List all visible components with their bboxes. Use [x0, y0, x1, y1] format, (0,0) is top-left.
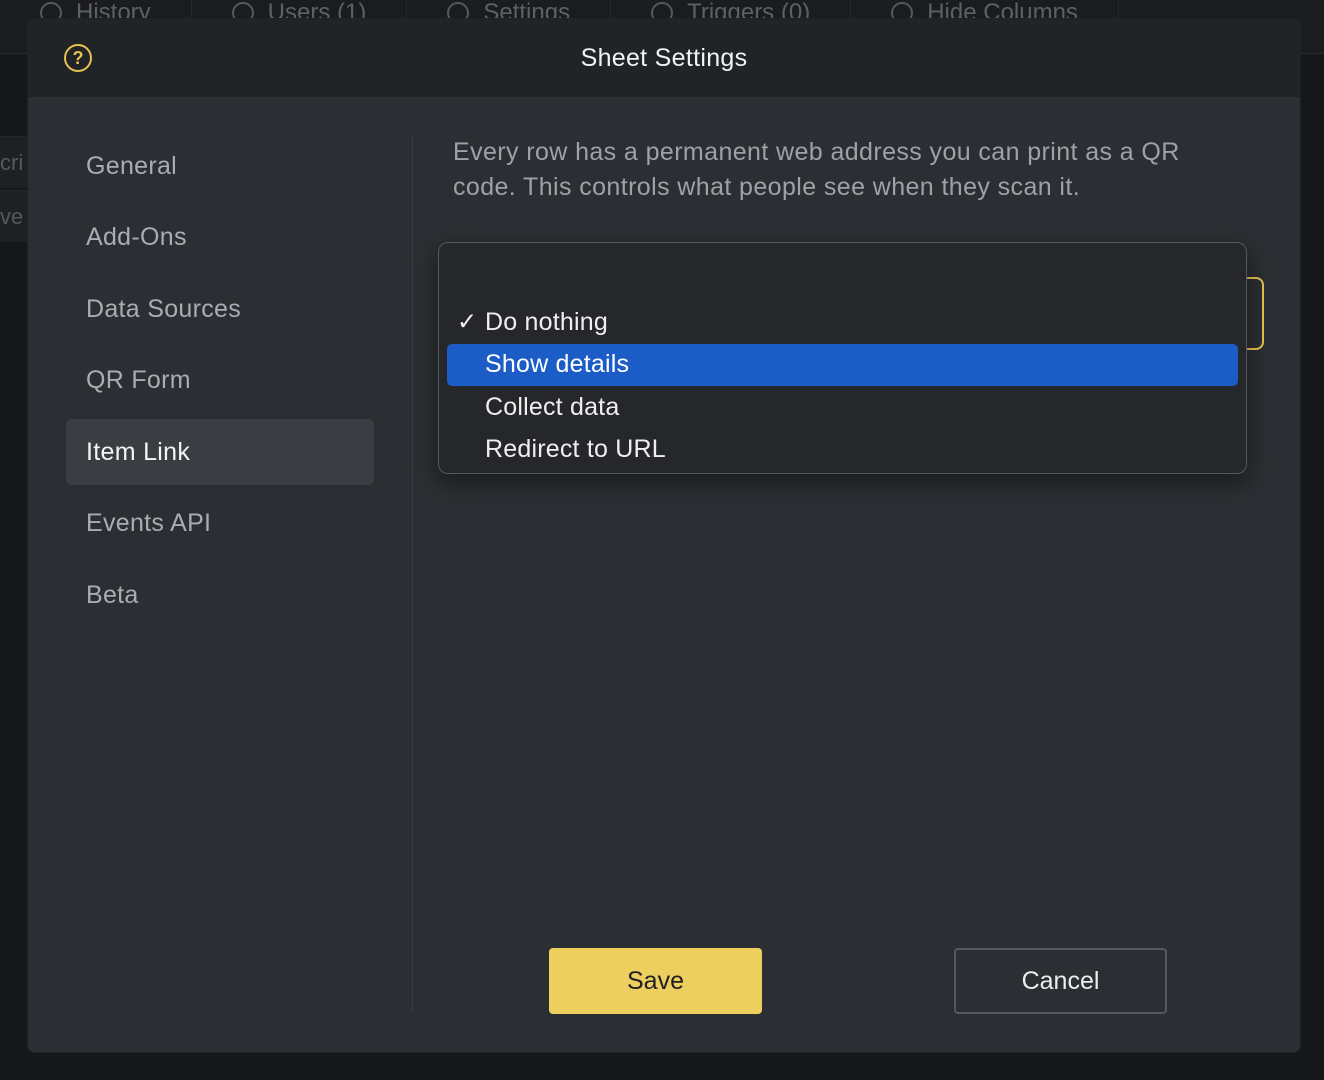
- sidebar-item-label: Item Link: [86, 437, 191, 466]
- sidebar-item-events-api[interactable]: Events API: [66, 491, 374, 557]
- sidebar-item-label: Events API: [86, 509, 212, 537]
- sidebar-divider: [412, 135, 413, 1013]
- modal-header: ? Sheet Settings: [28, 19, 1300, 97]
- sidebar-item-qr-form[interactable]: QR Form: [66, 348, 374, 414]
- sidebar-item-label: Add-Ons: [86, 223, 187, 251]
- cancel-button[interactable]: Cancel: [954, 948, 1167, 1014]
- option-collect-data[interactable]: Collect data: [447, 386, 1238, 429]
- question-circle-icon[interactable]: ?: [64, 44, 92, 72]
- sidebar-item-label: General: [86, 151, 178, 180]
- background-text-fragment: cri: [0, 150, 24, 175]
- sidebar-item-label: QR Form: [86, 366, 191, 394]
- option-do-nothing[interactable]: ✓ Do nothing: [447, 301, 1238, 344]
- option-label: Show details: [485, 350, 630, 379]
- settings-sidebar: General Add-Ons Data Sources QR Form Ite…: [66, 133, 374, 634]
- option-show-details[interactable]: Show details: [447, 343, 1238, 386]
- sidebar-item-beta[interactable]: Beta: [66, 562, 374, 628]
- sidebar-item-add-ons[interactable]: Add-Ons: [66, 205, 374, 271]
- background-text-fragment: ve: [0, 204, 24, 229]
- option-redirect-to-url[interactable]: Redirect to URL: [447, 429, 1238, 472]
- save-button[interactable]: Save: [549, 948, 762, 1014]
- option-label: Collect data: [485, 392, 620, 421]
- item-link-description: Every row has a permanent web address yo…: [453, 138, 1180, 201]
- sidebar-item-item-link[interactable]: Item Link: [66, 419, 374, 485]
- item-link-dropdown-menu: ✓ Do nothing Show details Collect data R…: [438, 242, 1247, 474]
- sheet-settings-modal: ? Sheet Settings General Add-Ons Data So…: [28, 19, 1300, 1052]
- sidebar-item-label: Beta: [86, 580, 139, 609]
- sidebar-item-general[interactable]: General: [66, 133, 374, 199]
- option-label: Redirect to URL: [485, 435, 666, 464]
- modal-title: Sheet Settings: [580, 43, 748, 72]
- checkmark-icon: ✓: [457, 308, 478, 336]
- sidebar-item-label: Data Sources: [86, 294, 242, 323]
- option-label: Do nothing: [485, 307, 608, 336]
- sidebar-item-data-sources[interactable]: Data Sources: [66, 276, 374, 342]
